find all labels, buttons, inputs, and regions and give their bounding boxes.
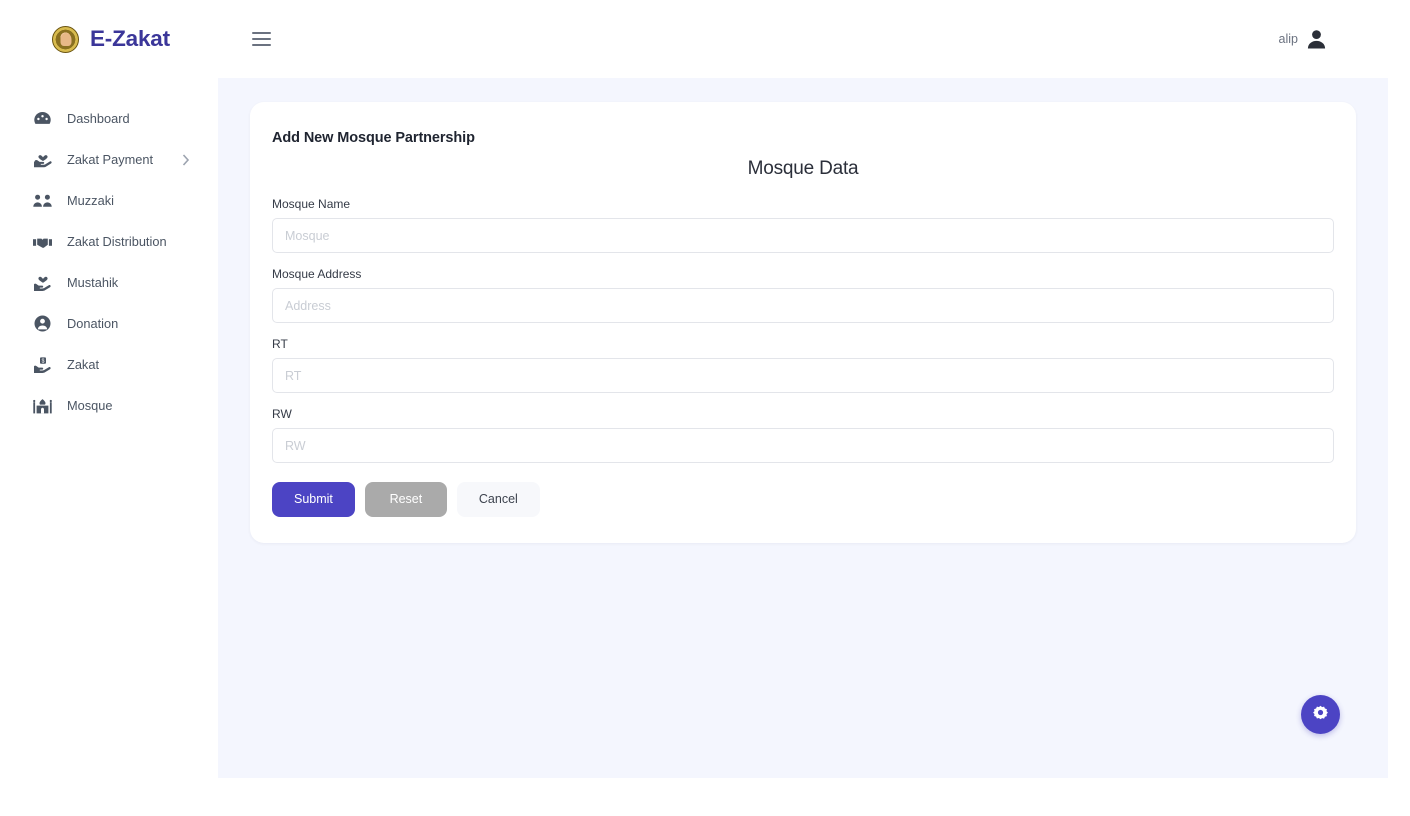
field-mosque-address: Mosque Address — [272, 267, 1334, 323]
main-content-area: Add New Mosque Partnership Mosque Data M… — [218, 78, 1388, 778]
sidebar-item-zakat-distribution[interactable]: Zakat Distribution — [0, 221, 218, 262]
app-root: E-Zakat alip — [0, 0, 1410, 816]
form-actions: Submit Reset Cancel — [272, 482, 1334, 517]
field-mosque-name: Mosque Name — [272, 197, 1334, 253]
sidebar-item-label: Donation — [67, 316, 118, 331]
field-label: RW — [272, 407, 1334, 421]
sidebar-item-label: Mustahik — [67, 275, 118, 290]
user-circle-badge-icon — [33, 314, 52, 333]
sidebar-item-label: Zakat — [67, 357, 99, 372]
sidebar-nav: Dashboard Zakat Payment — [0, 78, 218, 778]
sidebar-item-dashboard[interactable]: Dashboard — [0, 98, 218, 139]
hamburger-menu-icon[interactable] — [252, 28, 276, 50]
field-rw: RW — [272, 407, 1334, 463]
gear-settings-icon — [1312, 704, 1329, 726]
hand-holding-heart-icon — [33, 150, 52, 169]
rt-input[interactable] — [272, 358, 1334, 393]
sidebar-item-label: Zakat Distribution — [67, 234, 167, 249]
users-group-icon — [33, 191, 52, 210]
mosque-name-input[interactable] — [272, 218, 1334, 253]
hand-heart-icon — [33, 273, 52, 292]
sidebar-item-mustahik[interactable]: Mustahik — [0, 262, 218, 303]
mosque-icon — [33, 396, 52, 415]
dashboard-gauge-icon — [33, 109, 52, 128]
sidebar-item-label: Muzzaki — [67, 193, 114, 208]
hand-money-icon: $ — [33, 355, 52, 374]
sidebar-item-zakat-payment[interactable]: Zakat Payment — [0, 139, 218, 180]
user-menu[interactable]: alip — [1279, 29, 1410, 49]
submit-button[interactable]: Submit — [272, 482, 355, 517]
brand-logo-area[interactable]: E-Zakat — [0, 0, 218, 78]
hamburger-bar — [252, 38, 271, 40]
brand-name-label: E-Zakat — [90, 26, 170, 52]
sidebar-item-zakat[interactable]: $ Zakat — [0, 344, 218, 385]
field-label: Mosque Address — [272, 267, 1334, 281]
sidebar-item-label: Mosque — [67, 398, 113, 413]
settings-fab-button[interactable] — [1301, 695, 1340, 734]
page-title: Add New Mosque Partnership — [272, 130, 1334, 146]
field-label: Mosque Name — [272, 197, 1334, 211]
top-header-bar: E-Zakat alip — [0, 0, 1410, 78]
chevron-right-icon[interactable] — [182, 154, 190, 166]
svg-text:$: $ — [41, 359, 44, 365]
field-rt: RT — [272, 337, 1334, 393]
sidebar-item-label: Zakat Payment — [67, 152, 153, 167]
hands-helping-icon — [33, 232, 52, 251]
field-label: RT — [272, 337, 1334, 351]
sidebar-item-muzzaki[interactable]: Muzzaki — [0, 180, 218, 221]
sidebar-item-mosque[interactable]: Mosque — [0, 385, 218, 426]
section-heading: Mosque Data — [272, 158, 1334, 180]
hamburger-bar — [252, 32, 271, 34]
mosque-address-input[interactable] — [272, 288, 1334, 323]
user-name-label: alip — [1279, 32, 1298, 46]
user-avatar-icon — [1307, 29, 1326, 49]
cancel-button[interactable]: Cancel — [457, 482, 540, 517]
reset-button[interactable]: Reset — [365, 482, 447, 517]
sidebar-item-donation[interactable]: Donation — [0, 303, 218, 344]
rw-input[interactable] — [272, 428, 1334, 463]
mosque-partnership-form-card: Add New Mosque Partnership Mosque Data M… — [250, 102, 1356, 543]
ezakat-emblem-icon — [52, 26, 79, 53]
hamburger-bar — [252, 44, 271, 46]
sidebar-item-label: Dashboard — [67, 111, 130, 126]
